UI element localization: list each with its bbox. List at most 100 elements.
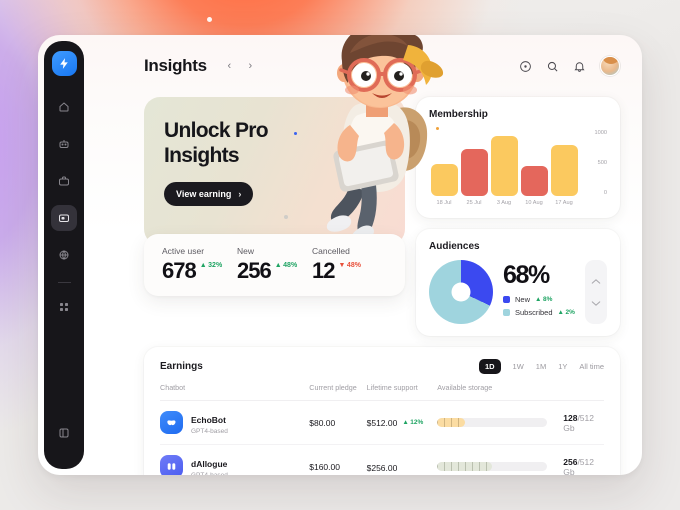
- storage-wrap: 128/512 Gb: [437, 413, 604, 433]
- trend-down-icon: ▼: [338, 262, 346, 269]
- audiences-stepper: [585, 260, 607, 324]
- cell-lifetime-support: $256.00: [366, 444, 438, 475]
- legend-item-subscribed: Subscribed ▲ 2%: [503, 308, 575, 317]
- chatbot-identity: EchoBot GPT4-based: [191, 410, 228, 435]
- sidebar-item-briefcase[interactable]: [51, 168, 77, 194]
- record-target-icon[interactable]: [519, 60, 532, 73]
- down-chevron-icon[interactable]: [591, 294, 601, 312]
- column-lifetime-support: Lifetime support: [366, 383, 438, 401]
- cell-current-pledge: $160.00: [309, 444, 367, 475]
- sidebar-item-apps[interactable]: [51, 294, 77, 320]
- stat-value: 256: [237, 258, 272, 283]
- membership-bar: [490, 136, 518, 196]
- range-tab-1w[interactable]: 1W: [513, 362, 524, 371]
- membership-card: Membership 18 Jul 25 Jul 3 Aug 10 Aug 17 Aug…: [416, 97, 620, 218]
- sidebar-item-home[interactable]: [51, 94, 77, 120]
- topbar-actions: [519, 56, 620, 76]
- search-icon[interactable]: [546, 60, 559, 73]
- legend-label: New: [515, 295, 531, 304]
- next-page-button[interactable]: ›: [242, 58, 259, 75]
- storage-used: 128: [563, 412, 578, 423]
- lifetime-support-value: $512.00 ▲ 12%: [367, 418, 438, 428]
- legend-swatch: [503, 296, 510, 303]
- chatbot-name: dAllogue: [191, 459, 228, 469]
- membership-bar-label: 25 Jul: [466, 200, 482, 206]
- membership-bar-column: 10 Aug: [519, 128, 549, 206]
- chatbot-subtitle: GPT4-based: [191, 428, 228, 435]
- stat-row: 678 ▲ 32%: [162, 260, 237, 282]
- sidebar: [44, 41, 84, 469]
- audiences-percent: 68%: [503, 261, 550, 289]
- top-grid: Unlock Pro Insights View earning › Activ…: [144, 35, 620, 336]
- audiences-body: 68% New ▲ 8% Subscribed ▲ 2%: [429, 260, 607, 324]
- sidebar-divider: [57, 282, 71, 283]
- stat-cancelled: Cancelled 12 ▼ 48%: [312, 246, 387, 282]
- cell-current-pledge: $80.00: [309, 400, 367, 445]
- storage-used: 256: [563, 456, 578, 467]
- hero-banner: Unlock Pro Insights View earning ›: [144, 35, 444, 245]
- stat-delta: ▲ 48%: [275, 262, 297, 269]
- topbar: Insights ‹ ›: [94, 35, 642, 97]
- prev-page-button[interactable]: ‹: [221, 58, 238, 75]
- app-window: Insights ‹ › Unlock Pro Insights View ea…: [38, 35, 642, 475]
- view-earning-button[interactable]: View earning ›: [164, 181, 254, 206]
- avatar[interactable]: [600, 56, 620, 76]
- main-region: Unlock Pro Insights View earning › Activ…: [94, 35, 642, 475]
- trend-up-icon: ▲: [557, 309, 564, 316]
- sidebar-item-globe[interactable]: [51, 242, 77, 268]
- membership-bar-label: 10 Aug: [525, 200, 543, 206]
- page-title: Insights: [144, 56, 207, 75]
- earnings-range-tabs: 1D 1W 1M 1Y All time: [478, 359, 604, 374]
- cell-available-storage: 128/512 Gb: [437, 400, 604, 445]
- membership-bar-label: 3 Aug: [496, 200, 512, 206]
- right-column: Membership 18 Jul 25 Jul 3 Aug 10 Aug 17 Aug…: [416, 97, 620, 336]
- membership-bar-column: 25 Jul: [459, 128, 489, 206]
- lifetime-amount: $256.00: [366, 462, 398, 473]
- storage-progress-bar: [437, 462, 548, 471]
- storage-wrap: 256/512 Gb: [437, 456, 604, 475]
- earnings-card: Earnings 1D 1W 1M 1Y All time Chatbot Curren…: [144, 347, 620, 475]
- stats-card: Active user 678 ▲ 32% New 256 ▲ 48% Canc…: [144, 234, 405, 296]
- membership-bar-column: 18 Jul: [429, 128, 459, 206]
- lifetime-amount: $512.00: [366, 417, 398, 428]
- hero-title-line1: Unlock Pro: [164, 119, 269, 142]
- hero-title-line2: Insights: [164, 143, 240, 167]
- stat-row: 256 ▲ 48%: [237, 260, 312, 282]
- range-tab-1y[interactable]: 1Y: [558, 362, 567, 371]
- table-row[interactable]: EchoBot GPT4-based $80.00 $512.00 ▲ 12% …: [160, 400, 604, 445]
- range-tab-1m[interactable]: 1M: [536, 362, 546, 371]
- range-tab-1d[interactable]: 1D: [478, 359, 501, 374]
- decor-dot-white: [207, 17, 212, 22]
- membership-bar: [460, 148, 488, 196]
- membership-bar-column: 3 Aug: [489, 128, 519, 206]
- stat-delta: ▼ 48%: [338, 262, 360, 269]
- sidebar-item-bots[interactable]: [51, 131, 77, 157]
- legend-delta: ▲ 8%: [535, 296, 552, 303]
- stat-delta-value: 48%: [283, 262, 298, 269]
- bell-icon[interactable]: [573, 60, 586, 73]
- audiences-card: Audiences 68% New ▲ 8% Subscribed ▲ 2%: [416, 229, 620, 336]
- table-row[interactable]: dAllogue GPT4-based $160.00 $256.00: [160, 444, 604, 475]
- membership-bar-label: 18 Jul: [436, 200, 452, 206]
- membership-y-axis: 1000 500 0: [585, 128, 607, 206]
- cell-available-storage: 256/512 Gb: [437, 444, 604, 475]
- stat-label: Cancelled: [312, 246, 350, 256]
- legend-delta-value: 2%: [565, 309, 575, 316]
- app-logo[interactable]: [51, 51, 77, 76]
- stat-active-user: Active user 678 ▲ 32%: [162, 246, 237, 282]
- cell-lifetime-support: $512.00 ▲ 12%: [366, 400, 438, 445]
- membership-bar: [520, 166, 548, 196]
- up-chevron-icon[interactable]: [591, 272, 601, 290]
- panel-toggle-icon[interactable]: [51, 420, 77, 446]
- sidebar-item-insights[interactable]: [51, 205, 77, 231]
- column-current-pledge: Current pledge: [309, 383, 367, 401]
- decor-dot-orange: [436, 127, 439, 130]
- range-tab-all-time[interactable]: All time: [579, 362, 604, 371]
- chevron-right-icon: ›: [238, 188, 242, 199]
- membership-y-tick: 0: [603, 190, 607, 196]
- column-available-storage: Available storage: [437, 383, 604, 401]
- membership-chart: 18 Jul 25 Jul 3 Aug 10 Aug 17 Aug 1000 500 0: [429, 128, 607, 206]
- chatbot-subtitle: GPT4-based: [191, 472, 228, 475]
- legend-item-new: New ▲ 8%: [503, 295, 575, 304]
- membership-bars: 18 Jul 25 Jul 3 Aug 10 Aug 17 Aug: [429, 128, 585, 206]
